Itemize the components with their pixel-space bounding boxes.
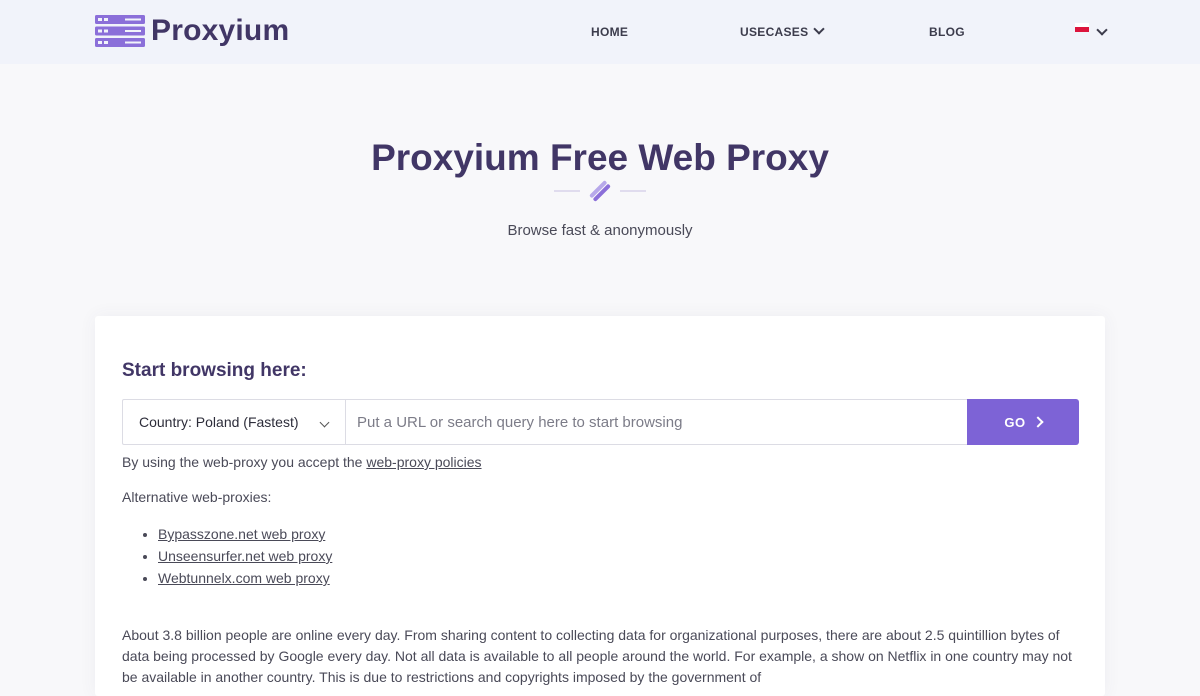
alternatives-label: Alternative web-proxies: [122, 489, 272, 505]
title-divider [554, 180, 646, 202]
chevron-down-icon [813, 23, 826, 35]
language-selector[interactable] [1075, 22, 1108, 36]
terms-notice: By using the web-proxy you accept the we… [122, 453, 482, 471]
nav-blog[interactable]: BLOG [929, 25, 965, 39]
go-button-label: GO [1004, 414, 1026, 430]
chevron-down-icon [1096, 24, 1108, 36]
page-subtitle: Browse fast & anonymously [507, 222, 693, 239]
brand-name: Proxyium [151, 14, 290, 47]
poland-flag-icon [1075, 22, 1089, 32]
url-input[interactable] [345, 399, 968, 445]
about-paragraph: About 3.8 billion people are online ever… [122, 627, 1072, 685]
chevron-down-icon [319, 417, 330, 428]
nav-home[interactable]: HOME [591, 25, 628, 39]
alternatives-list: Bypasszone.net web proxy Unseensurfer.ne… [140, 523, 332, 589]
site-header: Proxyium HOME USECASES BLOG [0, 0, 1200, 64]
proxy-card: Start browsing here: Country: Poland (Fa… [95, 316, 1105, 696]
terms-prefix: By using the web-proxy you accept the [122, 454, 367, 470]
alternative-link[interactable]: Bypasszone.net web proxy [158, 526, 325, 542]
chevron-right-icon [1031, 416, 1044, 428]
country-select[interactable]: Country: Poland (Fastest) [122, 399, 345, 445]
country-select-value: Country: Poland (Fastest) [139, 414, 299, 430]
logo[interactable]: Proxyium [95, 15, 289, 47]
list-item: Unseensurfer.net web proxy [158, 545, 332, 567]
go-button[interactable]: GO [967, 399, 1079, 445]
nav-usecases-label: USECASES [740, 25, 809, 39]
alternative-link[interactable]: Unseensurfer.net web proxy [158, 548, 332, 564]
server-stack-icon [95, 15, 145, 47]
alternative-link[interactable]: Webtunnelx.com web proxy [158, 570, 330, 586]
form-heading: Start browsing here: [122, 360, 307, 381]
list-item: Webtunnelx.com web proxy [158, 567, 332, 589]
nav-usecases[interactable]: USECASES [740, 23, 826, 39]
policies-link[interactable]: web-proxy policies [366, 454, 481, 470]
list-item: Bypasszone.net web proxy [158, 523, 332, 545]
page-title: Proxyium Free Web Proxy [371, 137, 829, 178]
